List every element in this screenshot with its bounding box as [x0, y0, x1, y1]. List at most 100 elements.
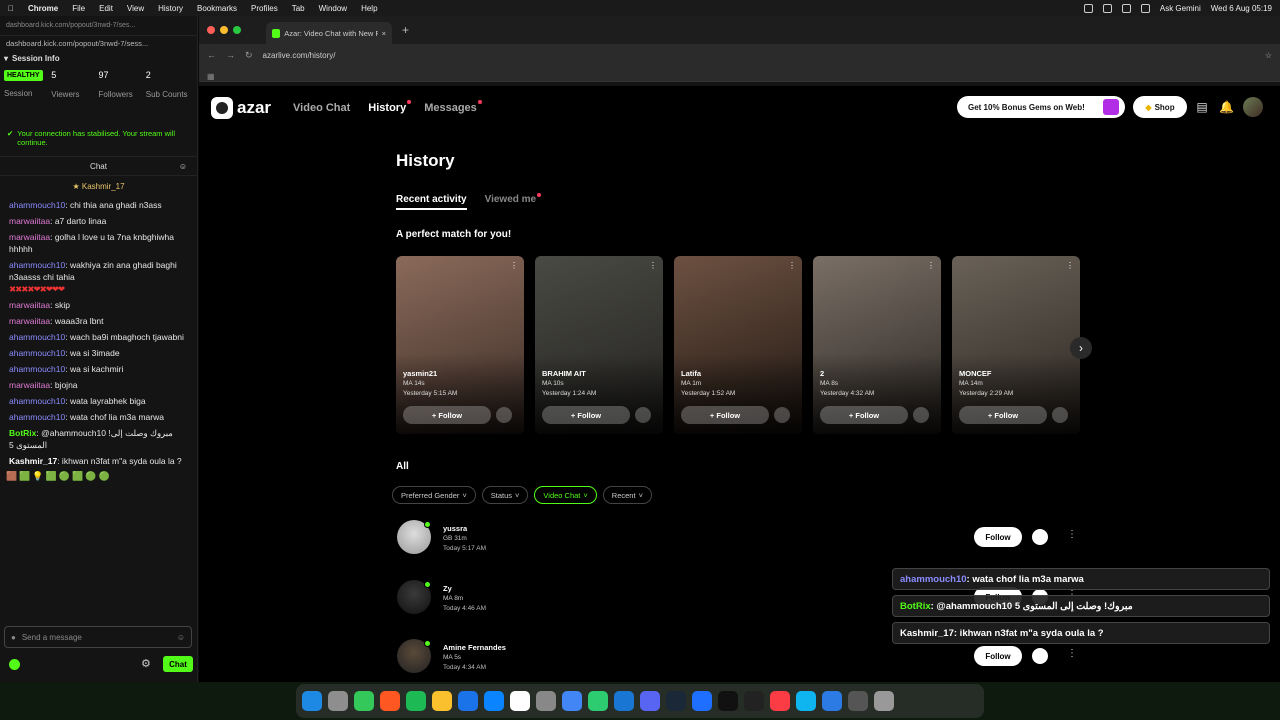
search-icon[interactable] — [1140, 3, 1150, 13]
minimize-icon[interactable] — [220, 26, 228, 34]
profile-avatar[interactable] — [1243, 97, 1263, 117]
reload-icon[interactable]: ↻ — [245, 50, 253, 61]
menu-edit[interactable]: Edit — [99, 4, 113, 13]
back-icon[interactable]: ← — [207, 50, 216, 60]
filter-video-chat[interactable]: Video Chat ˅ — [534, 486, 597, 504]
nav-video-chat[interactable]: Video Chat — [293, 102, 350, 114]
chat-username[interactable]: ahammouch10 — [9, 200, 65, 210]
more-icon[interactable]: ⋮ — [1067, 648, 1077, 659]
filter-preferred-gender[interactable]: Preferred Gender ˅ — [392, 486, 476, 504]
gear-icon[interactable]: ⚙ — [141, 657, 151, 670]
menu-help[interactable]: Help — [361, 4, 377, 13]
facetime-icon[interactable] — [588, 691, 608, 711]
mail-icon[interactable] — [614, 691, 634, 711]
inbox-icon[interactable]: ▤ — [1195, 100, 1209, 114]
more-icon[interactable]: ⋮ — [788, 261, 796, 270]
browser-icon[interactable] — [848, 691, 868, 711]
follow-button[interactable]: + Follow — [959, 406, 1047, 424]
chat-bubble-icon[interactable] — [1032, 648, 1048, 664]
close-tab-icon[interactable]: × — [382, 29, 386, 38]
chat-username[interactable]: ahammouch10 — [9, 396, 65, 406]
menu-history[interactable]: History — [158, 4, 183, 13]
ask-gemini[interactable]: Ask Gemini — [1160, 4, 1201, 13]
chat-username[interactable]: ahammouch10 — [9, 412, 65, 422]
tab-recent-activity[interactable]: Recent activity — [396, 194, 467, 210]
chat-username[interactable]: marwaiitaa — [9, 300, 50, 310]
emote-bar[interactable]: 🟫🟩💡🟩🟢🟩🟢🟢 — [0, 469, 197, 484]
system-settings-icon[interactable] — [536, 691, 556, 711]
menu-bookmarks[interactable]: Bookmarks — [197, 4, 237, 13]
emote-icon[interactable]: ● — [11, 633, 16, 642]
chat-bubble-icon[interactable] — [1032, 529, 1048, 545]
menu-window[interactable]: Window — [319, 4, 347, 13]
chat-username[interactable]: ahammouch10 — [9, 260, 65, 270]
menu-app-name[interactable]: Chrome — [28, 4, 58, 13]
finder-icon[interactable] — [302, 691, 322, 711]
more-icon[interactable]: ⋮ — [927, 261, 935, 270]
music-icon[interactable] — [770, 691, 790, 711]
chat-username[interactable]: BotRix — [9, 428, 36, 438]
chat-send-button[interactable]: Chat — [163, 656, 193, 672]
status-icon[interactable] — [1102, 3, 1112, 13]
more-icon[interactable]: ⋮ — [649, 261, 657, 270]
forward-icon[interactable]: → — [226, 50, 235, 60]
xcode-icon[interactable] — [692, 691, 712, 711]
finder-2-icon[interactable] — [822, 691, 842, 711]
chrome-icon[interactable] — [562, 691, 582, 711]
safari-icon[interactable] — [796, 691, 816, 711]
menu-view[interactable]: View — [127, 4, 144, 13]
chat-bubble-icon[interactable] — [635, 407, 651, 423]
new-tab-icon[interactable]: + — [402, 23, 409, 37]
more-icon[interactable]: ⋮ — [510, 261, 518, 270]
filter-recent[interactable]: Recent ˅ — [602, 486, 652, 504]
chat-username[interactable]: marwaiitaa — [9, 380, 50, 390]
filter-status[interactable]: Status ˅ — [481, 486, 529, 504]
match-card[interactable]: ⋮ BRAHIM AIT MA 10s Yesterday 1:24 AM + Foll… — [535, 256, 663, 434]
bell-icon[interactable]: 🔔 — [1219, 100, 1234, 114]
tab-azar[interactable]: Azar: Video Chat with New P... × — [266, 22, 392, 44]
apps-icon[interactable]: ▦ — [207, 72, 215, 81]
bonus-gems-button[interactable]: Get 10% Bonus Gems on Web! — [957, 96, 1125, 118]
menu-file[interactable]: File — [72, 4, 85, 13]
app-store-icon[interactable] — [484, 691, 504, 711]
follow-button[interactable]: + Follow — [820, 406, 908, 424]
chat-username[interactable]: ahammouch10 — [9, 332, 65, 342]
menu-profiles[interactable]: Profiles — [251, 4, 278, 13]
match-card[interactable]: ⋮ yasmin21 MA 14s Yesterday 5:15 AM + Follow — [396, 256, 524, 434]
messages-icon[interactable] — [354, 691, 374, 711]
azar-logo[interactable]: azar — [211, 97, 271, 119]
chat-bubble-icon[interactable] — [913, 407, 929, 423]
history-row[interactable]: yussra GB 31m Today 5:17 AM Follow ⋮ — [397, 520, 1077, 564]
chat-username[interactable]: Kashmir_17 — [9, 456, 57, 466]
follow-button[interactable]: Follow — [974, 527, 1022, 547]
status-icon[interactable] — [1083, 3, 1093, 13]
pinned-user[interactable]: ★ Kashmir_17 — [0, 182, 197, 191]
follow-button[interactable]: + Follow — [403, 406, 491, 424]
chat-username[interactable]: marwaiitaa — [9, 316, 50, 326]
tab-viewed-me[interactable]: Viewed me — [485, 193, 542, 210]
address-bar[interactable]: ← → ↻ azarlive.com/history/ ☆ — [199, 44, 1280, 66]
follow-button[interactable]: + Follow — [681, 406, 769, 424]
menu-tab[interactable]: Tab — [292, 4, 305, 13]
star-icon[interactable]: ☆ — [1265, 51, 1272, 60]
stocks-icon[interactable] — [458, 691, 478, 711]
notion-icon[interactable] — [510, 691, 530, 711]
launchpad-icon[interactable] — [328, 691, 348, 711]
apple-icon[interactable]:  — [8, 4, 14, 13]
brave-icon[interactable] — [380, 691, 400, 711]
chat-bubble-icon[interactable] — [774, 407, 790, 423]
chat-username[interactable]: marwaiitaa — [9, 232, 50, 242]
match-card[interactable]: ⋮ 2 MA 8s Yesterday 4:32 AM + Follow — [813, 256, 941, 434]
url-text[interactable]: azarlive.com/history/ — [263, 51, 336, 60]
chat-username[interactable]: ahammouch10 — [9, 348, 65, 358]
next-arrow-icon[interactable]: › — [1070, 337, 1092, 359]
chat-bubble-icon[interactable] — [1052, 407, 1068, 423]
close-window-icon[interactable] — [207, 26, 215, 34]
discord-icon[interactable] — [640, 691, 660, 711]
follow-button[interactable]: + Follow — [542, 406, 630, 424]
match-card[interactable]: ⋮ Latifa MA 1m Yesterday 1:52 AM + Follow — [674, 256, 802, 434]
emoji-icon[interactable]: ☺ — [177, 633, 185, 642]
tiktok-icon[interactable] — [718, 691, 738, 711]
nav-messages[interactable]: Messages — [424, 100, 482, 114]
kick-icon[interactable] — [9, 659, 20, 670]
